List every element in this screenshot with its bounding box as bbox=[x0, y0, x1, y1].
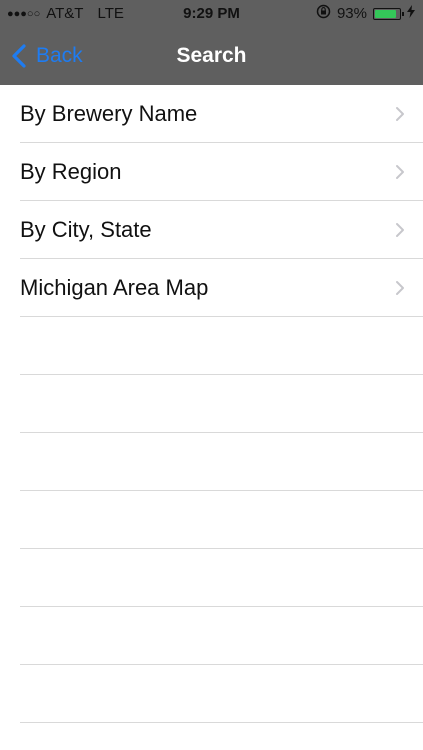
bolt-icon bbox=[407, 5, 415, 22]
list-item-label: By Region bbox=[20, 159, 122, 184]
chevron-right-icon bbox=[396, 281, 404, 295]
search-options-list: By Brewery Name By Region By City, State… bbox=[0, 85, 423, 723]
navigation-bar: Back Search bbox=[0, 28, 423, 85]
screen: ●●●○○ AT&T LTE 9:29 PM 93% Back Search B… bbox=[0, 0, 423, 750]
list-item-label: Michigan Area Map bbox=[20, 275, 209, 300]
list-item-michigan-area-map[interactable]: Michigan Area Map bbox=[20, 259, 423, 317]
battery-tip bbox=[402, 11, 404, 16]
empty-table-row bbox=[20, 665, 423, 723]
list-item-label: By Brewery Name bbox=[20, 101, 198, 126]
list-item-by-city-state[interactable]: By City, State bbox=[20, 201, 423, 259]
status-right: 93% bbox=[316, 4, 415, 23]
rotation-lock-icon bbox=[316, 4, 331, 23]
chevron-right-icon bbox=[396, 223, 404, 237]
chevron-right-icon bbox=[396, 165, 404, 179]
empty-table-row bbox=[20, 607, 423, 665]
battery-icon bbox=[373, 7, 404, 20]
list-item-label: By City, State bbox=[20, 217, 152, 242]
empty-table-row bbox=[20, 433, 423, 491]
empty-table-row bbox=[20, 491, 423, 549]
status-bar: ●●●○○ AT&T LTE 9:29 PM 93% bbox=[0, 0, 423, 28]
empty-table-row bbox=[20, 317, 423, 375]
battery-percent: 93% bbox=[336, 5, 367, 22]
empty-table-row bbox=[20, 549, 423, 607]
list-item-by-region[interactable]: By Region bbox=[20, 143, 423, 201]
battery-level bbox=[375, 9, 396, 18]
list-item-by-brewery-name[interactable]: By Brewery Name bbox=[20, 85, 423, 143]
empty-table-row bbox=[20, 375, 423, 433]
chevron-right-icon bbox=[396, 107, 404, 121]
top-bar: ●●●○○ AT&T LTE 9:29 PM 93% Back Search bbox=[0, 0, 423, 85]
page-title: Search bbox=[176, 44, 247, 67]
